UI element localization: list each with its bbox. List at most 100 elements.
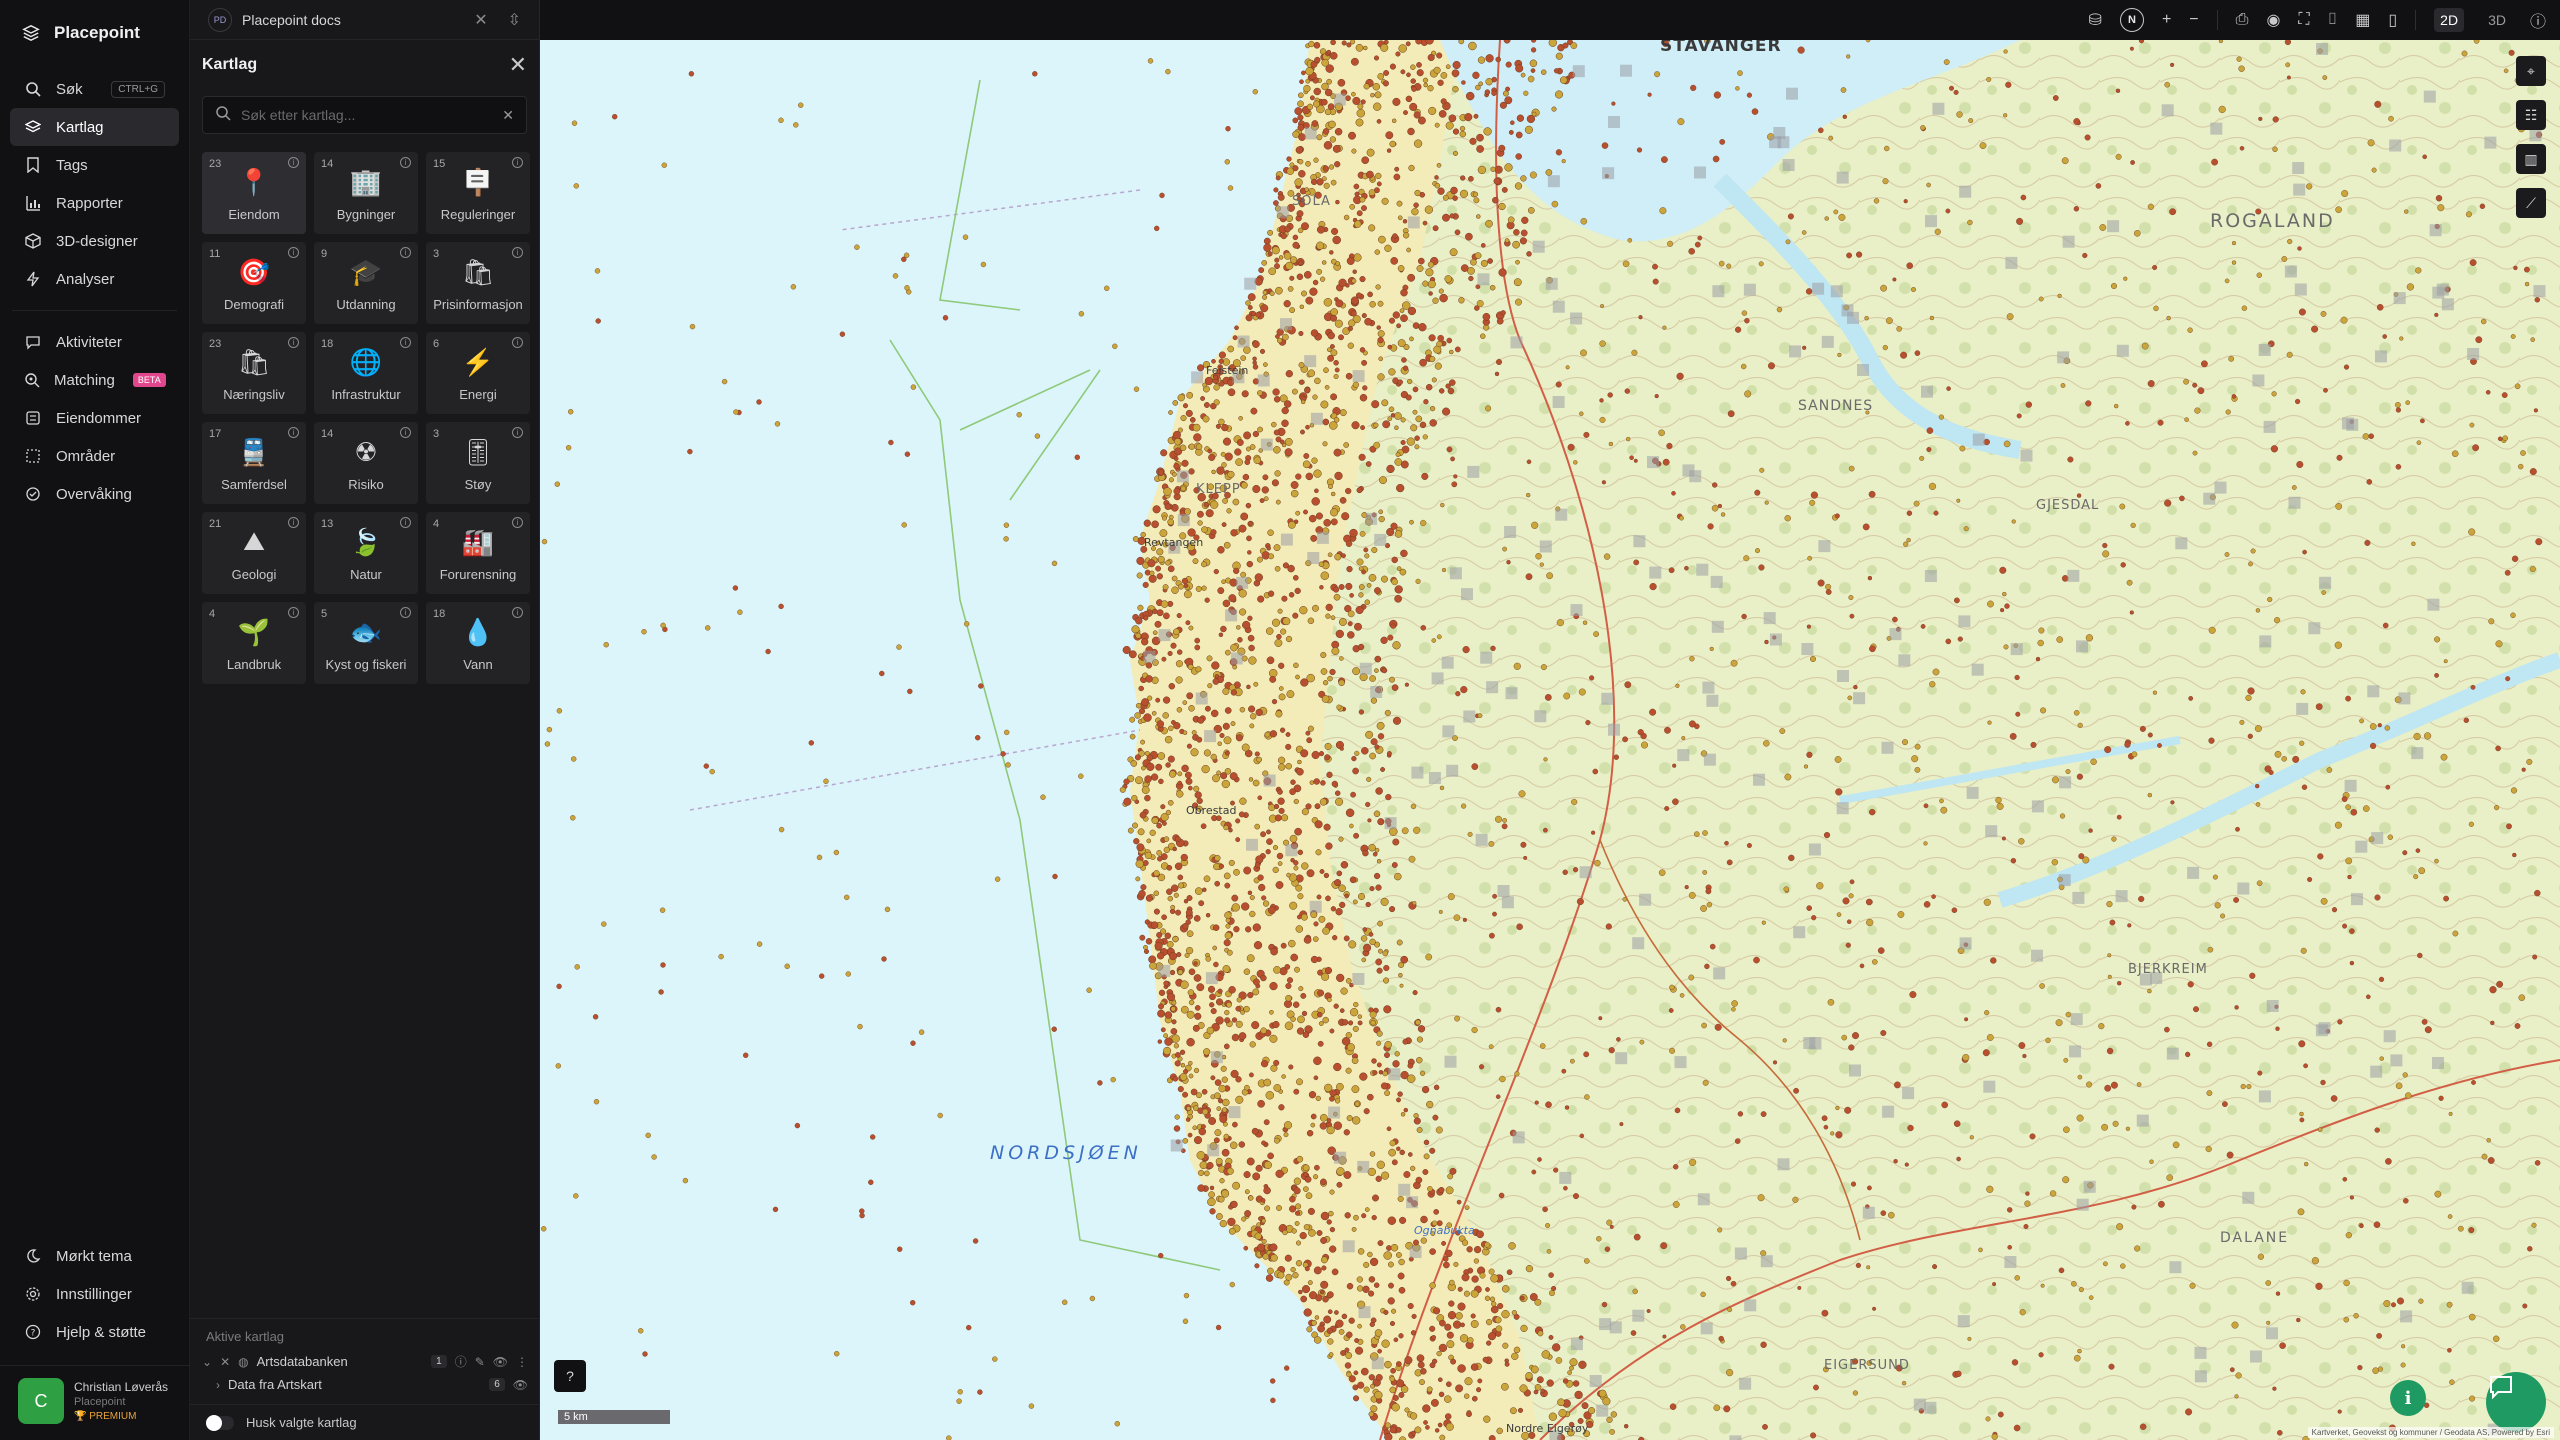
remember-layers-toggle[interactable]: Husk valgte kartlag	[190, 1404, 540, 1440]
info-icon[interactable]: i	[400, 247, 411, 258]
layer-category-card[interactable]: 3 i 🛍 Prisinformasjon	[426, 242, 530, 324]
observation-point	[1527, 75, 1535, 83]
info-icon[interactable]: ⓘ	[2530, 8, 2546, 32]
nav-item-tags[interactable]: Tags	[10, 146, 179, 184]
active-layer-group[interactable]: ⌄ ✕ ◍ Artsdatabanken 1 ⓘ ✎ 👁 ⋮	[190, 1350, 540, 1373]
chevron-updown-icon[interactable]: ⇳	[508, 10, 521, 30]
info-icon[interactable]: i	[512, 337, 523, 348]
nav-item-overvaking[interactable]: Overvåking	[10, 475, 179, 513]
layer-category-card[interactable]: 11 i 🎯 Demografi	[202, 242, 306, 324]
chevron-down-icon[interactable]: ⌄	[202, 1355, 212, 1369]
info-icon[interactable]: i	[400, 157, 411, 168]
nav-item-3d-designer[interactable]: 3D-designer	[10, 222, 179, 260]
nav-item-aktiviteter[interactable]: Aktiviteter	[10, 323, 179, 361]
info-icon[interactable]: i	[400, 517, 411, 528]
nav-item-omrader[interactable]: Områder	[10, 437, 179, 475]
print-icon[interactable]: ⎙	[2236, 11, 2249, 29]
layer-category-card[interactable]: 21 i ⛰ Geologi	[202, 512, 306, 594]
info-icon[interactable]: i	[288, 517, 299, 528]
info-icon[interactable]: i	[400, 337, 411, 348]
layer-category-card[interactable]: 4 i 🏭 Forurensning	[426, 512, 530, 594]
bookmark-icon[interactable]: ▯	[2388, 10, 2397, 30]
chat-button[interactable]	[2486, 1372, 2546, 1432]
ruler-icon[interactable]: ⟋	[2516, 188, 2546, 218]
layer-category-card[interactable]: 23 i 🛍 Næringsliv	[202, 332, 306, 414]
info-icon[interactable]: i	[400, 607, 411, 618]
observation-point	[1196, 1151, 1206, 1160]
info-icon[interactable]: i	[288, 607, 299, 618]
eye-icon[interactable]: 👁	[493, 1355, 508, 1369]
map-help-icon[interactable]: ?	[554, 1360, 586, 1392]
mode-2d-button[interactable]: 2D	[2434, 8, 2465, 32]
grid-icon[interactable]: ▦	[2355, 10, 2370, 30]
zoom-in-icon[interactable]: +	[2162, 11, 2171, 29]
toggle-switch[interactable]	[206, 1414, 234, 1431]
workspace-tab[interactable]: PD Placepoint docs ✕ ⇳	[190, 0, 539, 40]
nav-item-help[interactable]: ? Hjelp & støtte	[10, 1313, 180, 1351]
info-icon[interactable]: i	[512, 517, 523, 528]
camera-icon[interactable]: ⌷	[2328, 11, 2338, 29]
brand[interactable]: Placepoint	[0, 0, 189, 66]
measure-icon[interactable]: ☷	[2516, 100, 2546, 130]
info-button[interactable]: i	[2390, 1380, 2426, 1416]
user-profile[interactable]: C Christian Løverås Placepoint 🏆 PREMIUM	[0, 1365, 190, 1440]
eye-icon[interactable]: ◉	[2266, 10, 2280, 30]
observation-point	[859, 1212, 865, 1219]
nav-item-sok[interactable]: Søk CTRL+G	[10, 70, 179, 108]
info-icon[interactable]: i	[288, 427, 299, 438]
layer-category-card[interactable]: 5 i 🐟 Kyst og fiskeri	[314, 602, 418, 684]
layer-category-card[interactable]: 14 i 🏢 Bygninger	[314, 152, 418, 234]
layer-category-card[interactable]: 14 i ☢ Risiko	[314, 422, 418, 504]
layer-category-card[interactable]: 18 i 💧 Vann	[426, 602, 530, 684]
layer-category-card[interactable]: 4 i 🌱 Landbruk	[202, 602, 306, 684]
info-icon[interactable]: i	[288, 247, 299, 258]
nav-item-analyser[interactable]: Analyser	[10, 260, 179, 298]
info-icon[interactable]: ⓘ	[455, 1353, 467, 1370]
observation-point	[2340, 316, 2348, 324]
nav-item-eiendommer[interactable]: Eiendommer	[10, 399, 179, 437]
observation-point	[1368, 1374, 1375, 1381]
layers-stack-icon[interactable]: ⛁	[2089, 10, 2102, 30]
chart-icon[interactable]: ▥	[2516, 144, 2546, 174]
nav-item-kartlag[interactable]: Kartlag	[10, 108, 179, 146]
select-area-icon[interactable]: ⌖	[2516, 56, 2546, 86]
remove-icon[interactable]: ✕	[220, 1355, 230, 1369]
info-icon[interactable]: i	[512, 157, 523, 168]
nav-item-matching[interactable]: Matching BETA	[10, 361, 179, 399]
clear-icon[interactable]: ✕	[502, 107, 514, 124]
eye-icon[interactable]: 👁	[513, 1378, 528, 1392]
nav-item-rapporter[interactable]: Rapporter	[10, 184, 179, 222]
layer-category-card[interactable]: 6 i ⚡ Energi	[426, 332, 530, 414]
more-icon[interactable]: ⋮	[516, 1355, 528, 1369]
close-icon[interactable]: ✕	[474, 10, 487, 30]
info-icon[interactable]: i	[512, 607, 523, 618]
layer-category-card[interactable]: 23 i 📍 Eiendom	[202, 152, 306, 234]
mode-3d-button[interactable]: 3D	[2482, 8, 2512, 32]
active-layer-item[interactable]: › Data fra Artskart 6 👁	[190, 1373, 540, 1396]
info-icon[interactable]: i	[512, 247, 523, 258]
layer-category-card[interactable]: 9 i 🎓 Utdanning	[314, 242, 418, 324]
layer-category-card[interactable]: 17 i 🚆 Samferdsel	[202, 422, 306, 504]
edit-icon[interactable]: ✎	[475, 1355, 485, 1369]
fullscreen-icon[interactable]: ⛶	[2298, 11, 2309, 29]
observation-point	[1351, 148, 1357, 154]
layer-search-input[interactable]	[241, 107, 493, 123]
layer-category-card[interactable]: 15 i 🪧 Reguleringer	[426, 152, 530, 234]
map-canvas[interactable]: STAVANGER ROGALAND NORDSJØEN SOLA KLEPP …	[540, 40, 2560, 1440]
compass-button[interactable]: N	[2119, 8, 2144, 32]
observation-point	[1440, 98, 1447, 105]
chevron-right-icon[interactable]: ›	[216, 1378, 220, 1392]
zoom-out-icon[interactable]: −	[2189, 11, 2198, 29]
layer-count: 3	[433, 428, 440, 440]
layer-category-card[interactable]: 3 i 🎚 Støy	[426, 422, 530, 504]
info-icon[interactable]: i	[288, 157, 299, 168]
layer-category-card[interactable]: 18 i 🌐 Infrastruktur	[314, 332, 418, 414]
info-icon[interactable]: i	[512, 427, 523, 438]
close-panel-icon[interactable]: ✕	[509, 52, 527, 78]
nav-item-dark-theme[interactable]: Mørkt tema	[10, 1237, 180, 1275]
layer-category-card[interactable]: 13 i 🍃 Natur	[314, 512, 418, 594]
nav-item-settings[interactable]: Innstillinger	[10, 1275, 180, 1313]
info-icon[interactable]: i	[400, 427, 411, 438]
observation-tile	[1812, 282, 1825, 295]
info-icon[interactable]: i	[288, 337, 299, 348]
